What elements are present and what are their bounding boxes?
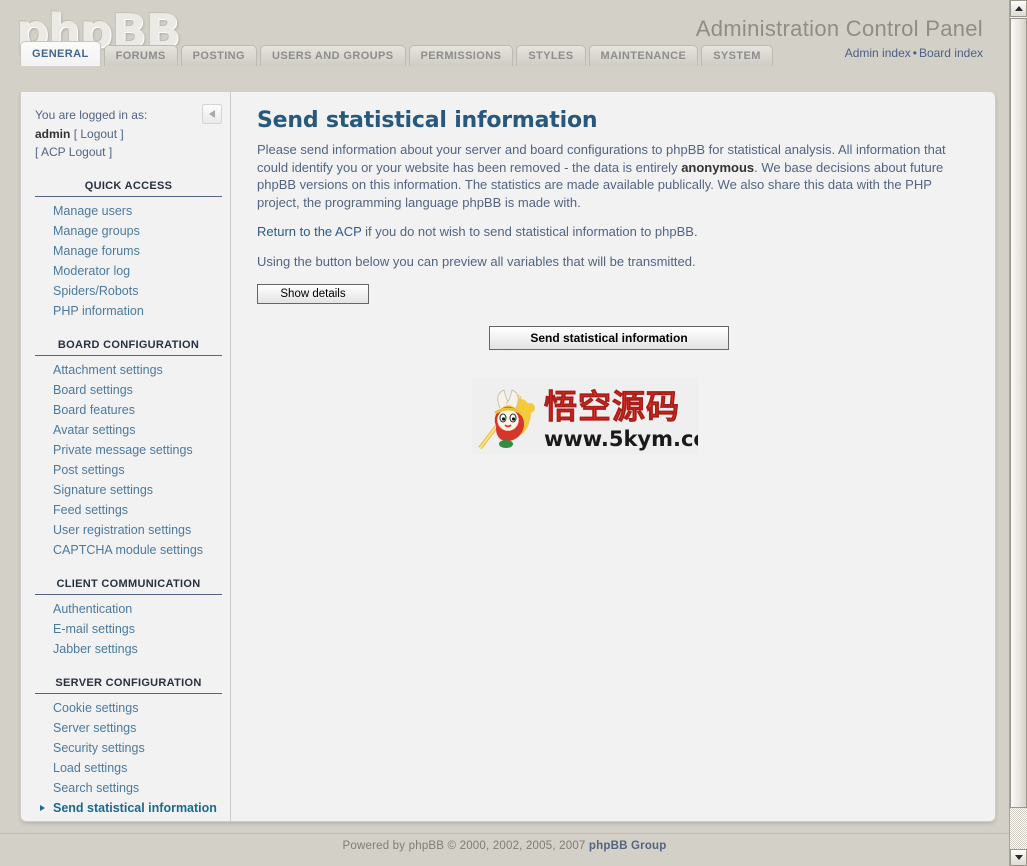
nav-heading-board-configuration: BOARD CONFIGURATION xyxy=(35,337,222,356)
anonymous-emphasis: anonymous xyxy=(681,159,755,175)
page-footer: Powered by phpBB © 2000, 2002, 2005, 200… xyxy=(0,840,1009,852)
sidebar-item-server-settings[interactable]: Server settings xyxy=(35,718,222,738)
scrollbar-thumb[interactable] xyxy=(1010,18,1027,808)
page-title: Administration Control Panel xyxy=(695,16,983,41)
tab-styles[interactable]: STYLES xyxy=(516,45,586,66)
content-paragraph-3: Using the button below you can preview a… xyxy=(257,253,696,269)
sidebar-collapse-button[interactable] xyxy=(202,104,222,124)
paragraph-2-text: if you do not wish to send statistical i… xyxy=(361,224,698,239)
sidebar-item-board-features[interactable]: Board features xyxy=(35,400,222,420)
sidebar-item-security-settings[interactable]: Security settings xyxy=(35,738,222,758)
sidebar-item-board-settings[interactable]: Board settings xyxy=(35,380,222,400)
return-to-acp-link[interactable]: Return to the ACP xyxy=(257,224,362,239)
admin-index-link[interactable]: Admin index xyxy=(845,46,911,60)
sidebar-item-load-settings[interactable]: Load settings xyxy=(35,758,222,778)
arrow-up-icon xyxy=(1014,6,1023,11)
footer-text: Powered by phpBB © 2000, 2002, 2005, 200… xyxy=(342,840,589,852)
sidebar: You are logged in as: admin [ Logout ] [… xyxy=(21,92,231,821)
tab-permissions[interactable]: PERMISSIONS xyxy=(408,45,514,66)
page-header: phpBB Administration Control Panel Admin… xyxy=(0,0,1009,66)
sidebar-item-search-settings[interactable]: Search settings xyxy=(35,778,222,798)
sidebar-item-manage-users[interactable]: Manage users xyxy=(35,201,222,221)
acp-logout-line: [ ACP Logout ] xyxy=(35,143,210,162)
main-tabs[interactable]: GENERAL FORUMS POSTING USERS AND GROUPS … xyxy=(20,41,773,66)
footer-brand: phpBB Group xyxy=(588,840,667,852)
sidebar-item-private-message-settings[interactable]: Private message settings xyxy=(35,440,222,460)
nav-heading-quick-access: QUICK ACCESS xyxy=(35,178,222,197)
nav-group-server-configuration: SERVER CONFIGURATION Cookie settings Ser… xyxy=(35,675,230,818)
sidebar-item-spiders-robots[interactable]: Spiders/Robots xyxy=(35,281,222,301)
page-viewport: phpBB Administration Control Panel Admin… xyxy=(0,0,1009,866)
sidebar-item-attachment-settings[interactable]: Attachment settings xyxy=(35,360,222,380)
tab-maintenance[interactable]: MAINTENANCE xyxy=(588,45,699,66)
watermark-logo: 悟空源码 www.5kym.com xyxy=(472,378,698,454)
acp-logout-link[interactable]: [ ACP Logout ] xyxy=(35,145,112,159)
sidebar-item-moderator-log[interactable]: Moderator log xyxy=(35,261,222,281)
vertical-scrollbar[interactable] xyxy=(1009,0,1027,866)
sidebar-item-post-settings[interactable]: Post settings xyxy=(35,460,222,480)
scrollbar-track[interactable] xyxy=(1010,808,1027,849)
arrow-down-icon xyxy=(1014,855,1023,860)
content-paragraph-1: Please send information about your serve… xyxy=(257,141,973,211)
board-index-link[interactable]: Board index xyxy=(919,46,983,60)
triangle-left-icon xyxy=(209,110,215,118)
nav-group-quick-access: QUICK ACCESS Manage users Manage groups … xyxy=(35,178,230,321)
svg-text:悟空源码: 悟空源码 xyxy=(544,387,680,426)
sidebar-item-captcha-module-settings[interactable]: CAPTCHA module settings xyxy=(35,540,222,560)
logged-in-label: You are logged in as: xyxy=(35,108,148,122)
tab-general[interactable]: GENERAL xyxy=(20,41,101,66)
acp-panel: You are logged in as: admin [ Logout ] [… xyxy=(20,92,996,822)
username: admin xyxy=(35,126,71,141)
tab-forums[interactable]: FORUMS xyxy=(103,45,178,66)
nav-heading-client-communication: CLIENT COMMUNICATION xyxy=(35,576,222,595)
monkey-king-icon: 悟空源码 www.5kym.com xyxy=(472,378,698,454)
nav-heading-server-configuration: SERVER CONFIGURATION xyxy=(35,675,222,694)
tab-posting[interactable]: POSTING xyxy=(180,45,257,66)
user-line: admin [ Logout ] xyxy=(35,125,210,144)
link-separator: • xyxy=(912,46,917,60)
sidebar-item-authentication[interactable]: Authentication xyxy=(35,599,222,619)
sidebar-item-php-information[interactable]: PHP information xyxy=(35,301,222,321)
content-paragraph-2: Return to the ACP if you do not wish to … xyxy=(257,223,973,241)
scrollbar-up-button[interactable] xyxy=(1010,0,1027,17)
svg-text:www.5kym.com: www.5kym.com xyxy=(544,427,698,451)
logout-link[interactable]: [ Logout ] xyxy=(74,127,124,141)
send-statistical-information-button[interactable]: Send statistical information xyxy=(489,326,729,350)
show-details-button[interactable]: Show details xyxy=(257,284,369,304)
sidebar-item-email-settings[interactable]: E-mail settings xyxy=(35,619,222,639)
footer-divider xyxy=(0,833,1009,834)
sidebar-item-send-statistical-information[interactable]: Send statistical information xyxy=(35,798,222,818)
send-stats-button-row: Send statistical information xyxy=(257,326,973,350)
sidebar-item-avatar-settings[interactable]: Avatar settings xyxy=(35,420,222,440)
content-area: Send statistical information Please send… xyxy=(231,92,995,821)
tab-system[interactable]: SYSTEM xyxy=(701,45,773,66)
sidebar-item-jabber-settings[interactable]: Jabber settings xyxy=(35,639,222,659)
tab-users-and-groups[interactable]: USERS AND GROUPS xyxy=(259,45,406,66)
sidebar-item-manage-forums[interactable]: Manage forums xyxy=(35,241,222,261)
nav-group-board-configuration: BOARD CONFIGURATION Attachment settings … xyxy=(35,337,230,560)
nav-group-client-communication: CLIENT COMMUNICATION Authentication E-ma… xyxy=(35,576,230,659)
sidebar-item-cookie-settings[interactable]: Cookie settings xyxy=(35,698,222,718)
content-title: Send statistical information xyxy=(257,108,598,133)
sidebar-item-signature-settings[interactable]: Signature settings xyxy=(35,480,222,500)
sidebar-item-user-registration-settings[interactable]: User registration settings xyxy=(35,520,222,540)
user-info-block: You are logged in as: admin [ Logout ] [… xyxy=(35,106,230,162)
sidebar-item-manage-groups[interactable]: Manage groups xyxy=(35,221,222,241)
sidebar-item-feed-settings[interactable]: Feed settings xyxy=(35,500,222,520)
scrollbar-down-button[interactable] xyxy=(1010,849,1027,866)
